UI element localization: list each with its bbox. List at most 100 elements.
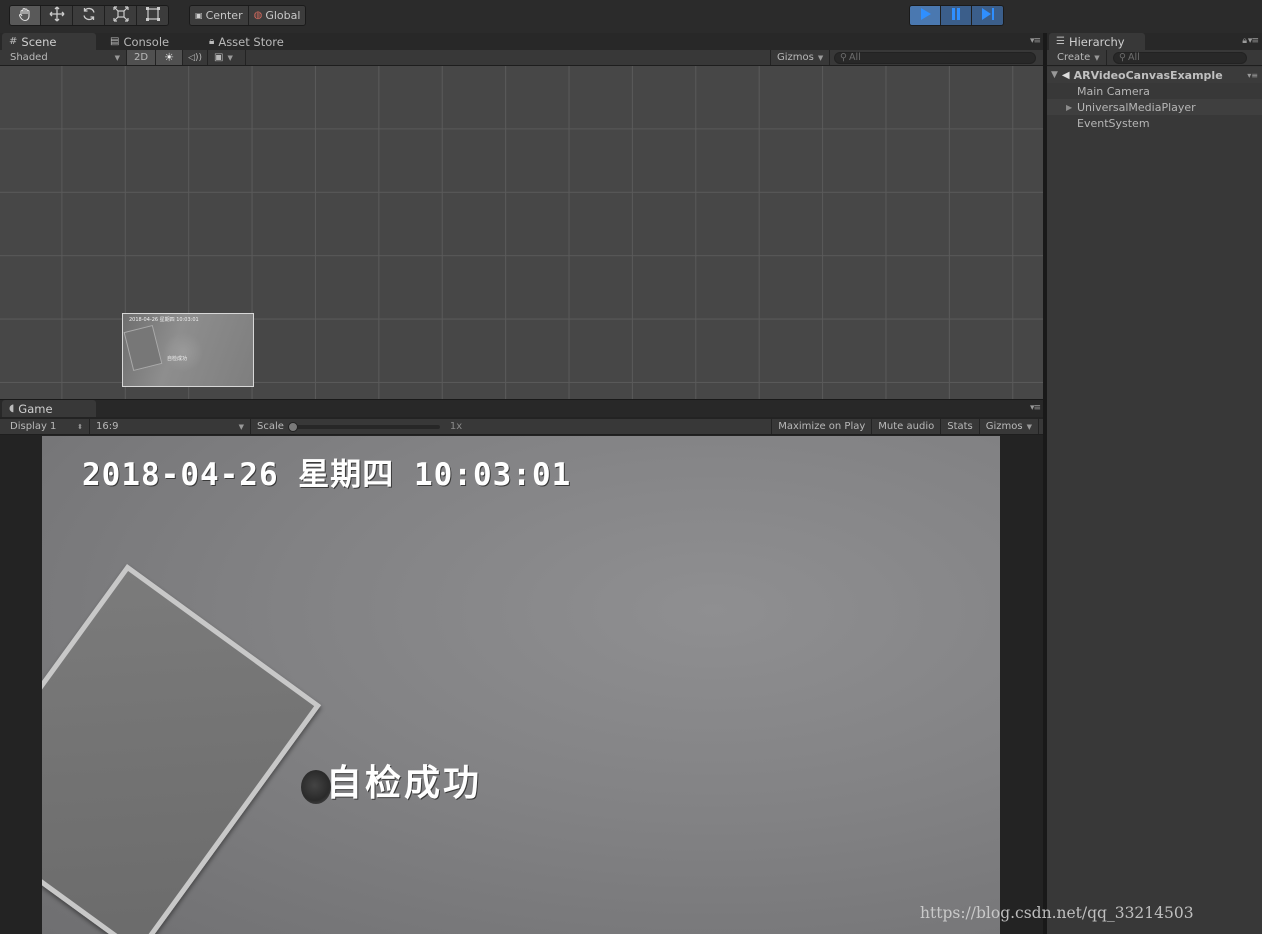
- maximize-on-play-toggle[interactable]: Maximize on Play: [771, 419, 873, 434]
- transform-tools: [9, 5, 169, 26]
- speaker-icon: ◁)): [188, 52, 202, 63]
- sun-icon: ☀: [164, 51, 174, 64]
- toggle-2d-button[interactable]: 2D: [127, 50, 156, 65]
- shading-mode-label: Shaded: [10, 52, 48, 63]
- pause-button[interactable]: [941, 6, 972, 25]
- search-icon: ⚲: [1119, 52, 1126, 63]
- scene-viewport[interactable]: 2018-04-26 星期四 10:03:01 自检成功: [0, 66, 1043, 399]
- game-panel: ◖ Game ▾≡ Display 1 ⬍ 16:9 ▼ Scale 1x Ma…: [0, 400, 1043, 934]
- hierarchy-item-label: EventSystem: [1077, 116, 1150, 130]
- tab-hierarchy-label: Hierarchy: [1068, 34, 1125, 49]
- console-icon: ▤: [110, 36, 120, 47]
- play-button[interactable]: [910, 6, 941, 25]
- scale-slider-handle[interactable]: [287, 421, 298, 432]
- pivot-space-toggle[interactable]: ◍ Global: [248, 6, 306, 25]
- canvas-preview[interactable]: 2018-04-26 星期四 10:03:01 自检成功: [122, 313, 254, 387]
- aspect-label: 16:9: [96, 421, 119, 432]
- hierarchy-control-bar: Create ▼ ⚲ All: [1047, 50, 1262, 66]
- display-label: Display 1: [10, 421, 57, 432]
- mute-audio-toggle[interactable]: Mute audio: [872, 419, 942, 434]
- panel-menu-icon[interactable]: ▾≡: [1030, 403, 1041, 413]
- hierarchy-item-event-system[interactable]: EventSystem: [1047, 115, 1262, 131]
- stats-label: Stats: [947, 421, 973, 432]
- step-icon: [980, 6, 996, 25]
- gizmos-dropdown[interactable]: Gizmos ▼: [770, 50, 830, 65]
- pivot-center-label: Center: [205, 9, 243, 22]
- rotate-icon: [81, 6, 97, 25]
- dropdown-arrow-icon: ▼: [1026, 422, 1032, 431]
- unity-scene-icon: ◀: [1061, 69, 1070, 81]
- game-gizmos-label: Gizmos: [985, 421, 1023, 432]
- display-dropdown[interactable]: Display 1 ⬍: [0, 419, 90, 434]
- scale-icon: [112, 6, 129, 25]
- create-dropdown[interactable]: Create ▼: [1047, 50, 1107, 65]
- mute-audio-label: Mute audio: [878, 421, 935, 432]
- scene-control-bar: Shaded ▼ 2D ☀ ◁)) ▣ ▼ Gizmos ▼ ⚲ All: [0, 50, 1043, 66]
- picture-frame-object: [42, 564, 322, 934]
- scene-search-input[interactable]: ⚲ All: [834, 51, 1036, 64]
- canvas-preview-glow: [163, 332, 203, 372]
- store-bag-icon: 🔒︎: [209, 36, 215, 47]
- dropdown-arrow-icon: ▼: [238, 422, 244, 431]
- aspect-dropdown[interactable]: 16:9 ▼: [90, 419, 251, 434]
- grid-icon: #: [9, 36, 18, 47]
- globe-icon: ◍: [253, 10, 263, 21]
- audio-toggle[interactable]: ◁)): [183, 50, 208, 65]
- tab-scene-label: Scene: [21, 34, 57, 49]
- scale-value: 1x: [449, 421, 463, 432]
- hierarchy-item-label: Main Camera: [1077, 84, 1150, 98]
- expand-arrow-icon[interactable]: ▶: [1066, 103, 1077, 112]
- rect-tool-button[interactable]: [137, 6, 168, 25]
- hierarchy-panel: ☰ Hierarchy 🔒︎ ▾≡ Create ▼ ⚲ All ▼ ◀ ARV…: [1047, 33, 1262, 934]
- search-icon: ⚲: [840, 52, 847, 63]
- toggle-2d-label: 2D: [133, 52, 149, 63]
- hierarchy-item-universal-media-player[interactable]: ▶ UniversalMediaPlayer: [1047, 99, 1262, 115]
- main-toolbar: ▣ Center ◍ Global: [0, 0, 1262, 33]
- maximize-on-play-label: Maximize on Play: [778, 421, 866, 432]
- create-label: Create: [1057, 52, 1091, 63]
- step-button[interactable]: [972, 6, 1003, 25]
- tab-scene[interactable]: # Scene: [2, 33, 96, 50]
- game-gizmos-dropdown[interactable]: Gizmos ▼: [980, 419, 1039, 434]
- scale-tool-button[interactable]: [105, 6, 137, 25]
- canvas-preview-datetime: 2018-04-26 星期四 10:03:01: [129, 317, 199, 323]
- scene-name: ARVideoCanvasExample: [1073, 68, 1223, 82]
- scene-menu-icon[interactable]: ▾≡: [1247, 71, 1258, 80]
- scene-search-placeholder: All: [848, 52, 861, 63]
- hierarchy-item-label: UniversalMediaPlayer: [1077, 100, 1196, 114]
- rotate-tool-button[interactable]: [73, 6, 105, 25]
- pivot-center-toggle[interactable]: ▣ Center: [190, 6, 249, 25]
- panel-lock-menu-icon[interactable]: 🔒︎ ▾≡: [1242, 36, 1259, 46]
- effects-dropdown[interactable]: ▣ ▼: [208, 50, 246, 65]
- dropdown-arrow-icon: ▼: [817, 53, 824, 62]
- image-effects-icon: ▣: [214, 52, 224, 63]
- pacman-icon: ◖: [9, 403, 15, 414]
- game-control-bar: Display 1 ⬍ 16:9 ▼ Scale 1x Maximize on …: [0, 419, 1043, 435]
- move-tool-button[interactable]: [41, 6, 73, 25]
- tab-console[interactable]: ▤ Console: [103, 33, 199, 50]
- hierarchy-tabbar: ☰ Hierarchy 🔒︎ ▾≡: [1047, 33, 1262, 50]
- lighting-toggle[interactable]: ☀: [156, 50, 183, 65]
- pivot-space-label: Global: [265, 9, 301, 22]
- dropdown-arrow-icon: ▼: [1094, 53, 1100, 62]
- shading-mode-dropdown[interactable]: Shaded ▼: [0, 50, 127, 65]
- rect-tool-icon: [145, 6, 161, 25]
- collapse-arrow-icon[interactable]: ▼: [1051, 70, 1058, 80]
- tab-game[interactable]: ◖ Game: [2, 400, 96, 417]
- panel-menu-icon[interactable]: ▾≡: [1030, 36, 1041, 46]
- game-viewport[interactable]: 2018-04-26 星期四 10:03:01 自检成功: [42, 436, 1000, 934]
- tab-asset-store[interactable]: 🔒︎ Asset Store: [202, 33, 302, 50]
- hierarchy-search-input[interactable]: ⚲ All: [1113, 51, 1247, 64]
- hand-tool-button[interactable]: [10, 6, 41, 25]
- hierarchy-item-main-camera[interactable]: Main Camera: [1047, 83, 1262, 99]
- stepper-arrows-icon: ⬍: [77, 422, 83, 431]
- dropdown-arrow-icon: ▼: [227, 53, 233, 62]
- play-controls: [909, 5, 1004, 26]
- pivot-controls: ▣ Center ◍ Global: [189, 5, 307, 26]
- pivot-center-icon: ▣: [195, 11, 203, 20]
- scene-root-row[interactable]: ▼ ◀ ARVideoCanvasExample ▾≡: [1047, 67, 1262, 83]
- tab-console-label: Console: [123, 34, 170, 49]
- stats-toggle[interactable]: Stats: [941, 419, 980, 434]
- scale-slider[interactable]: [287, 421, 440, 432]
- tab-hierarchy[interactable]: ☰ Hierarchy: [1049, 33, 1145, 50]
